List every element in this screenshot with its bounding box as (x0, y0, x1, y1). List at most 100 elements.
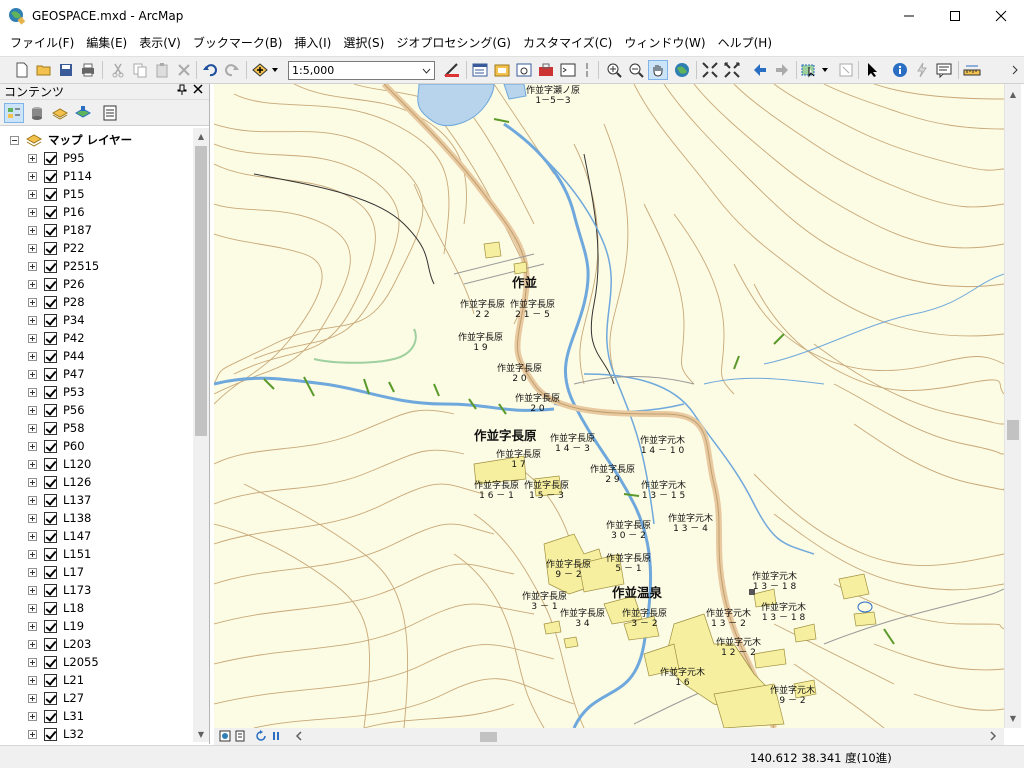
hyperlink-button[interactable] (912, 60, 932, 80)
python-window-button[interactable] (558, 60, 578, 80)
expand-icon[interactable] (28, 315, 37, 325)
layer-item[interactable]: P22 (28, 239, 85, 257)
fixed-zoom-in-button[interactable] (700, 60, 720, 80)
expand-icon[interactable] (28, 729, 37, 739)
data-view-button[interactable] (218, 729, 232, 743)
expand-icon[interactable] (28, 279, 37, 289)
layer-visibility-checkbox[interactable] (44, 259, 57, 273)
layer-item[interactable]: L19 (28, 617, 84, 635)
refresh-button[interactable] (254, 729, 268, 743)
expand-icon[interactable] (28, 297, 37, 307)
list-by-visibility-button[interactable] (50, 103, 70, 123)
editor-toolbar-button[interactable] (442, 60, 462, 80)
expand-icon[interactable] (28, 657, 37, 667)
expand-icon[interactable] (28, 369, 37, 379)
expand-icon[interactable] (28, 405, 37, 415)
layer-item[interactable]: P47 (28, 365, 85, 383)
layer-item[interactable]: P15 (28, 185, 85, 203)
map-hscroll-thumb[interactable] (480, 732, 497, 742)
layer-visibility-checkbox[interactable] (44, 367, 57, 381)
layer-item[interactable]: P53 (28, 383, 85, 401)
expand-icon[interactable] (28, 207, 37, 217)
expand-icon[interactable] (28, 243, 37, 253)
layer-item[interactable]: L203 (28, 635, 91, 653)
scroll-up-icon[interactable]: ▲ (1005, 86, 1021, 102)
layer-item[interactable]: L138 (28, 509, 91, 527)
search-window-button[interactable] (514, 60, 534, 80)
layer-item[interactable]: L27 (28, 689, 84, 707)
toc-options-button[interactable] (100, 103, 120, 123)
menu-help[interactable]: ヘルプ(H) (712, 31, 778, 56)
expand-icon[interactable] (28, 351, 37, 361)
layer-visibility-checkbox[interactable] (44, 529, 57, 543)
expand-icon[interactable] (28, 261, 37, 271)
layer-item[interactable]: P58 (28, 419, 85, 437)
expand-icon[interactable] (28, 675, 37, 685)
expand-icon[interactable] (28, 567, 37, 577)
layer-item[interactable]: L173 (28, 581, 91, 599)
layer-visibility-checkbox[interactable] (44, 727, 57, 741)
scroll-right-icon[interactable] (986, 729, 1000, 743)
expand-icon[interactable] (28, 387, 37, 397)
map-vscroll-thumb[interactable] (1007, 420, 1019, 440)
full-extent-button[interactable] (672, 60, 692, 80)
expand-icon[interactable] (28, 603, 37, 613)
scroll-down-icon[interactable]: ▼ (1005, 710, 1021, 726)
expand-icon[interactable] (28, 549, 37, 559)
layer-item[interactable]: L120 (28, 455, 91, 473)
toc-scroll-thumb[interactable] (195, 146, 207, 436)
layer-visibility-checkbox[interactable] (44, 187, 57, 201)
layer-visibility-checkbox[interactable] (44, 457, 57, 471)
layer-visibility-checkbox[interactable] (44, 583, 57, 597)
expand-icon[interactable] (28, 495, 37, 505)
map-scale-combobox[interactable]: 1:5,000 (288, 61, 435, 80)
expand-icon[interactable] (28, 153, 37, 163)
layer-item[interactable]: P26 (28, 275, 85, 293)
save-button[interactable] (56, 60, 76, 80)
redo-button[interactable] (222, 60, 242, 80)
expand-icon[interactable] (28, 477, 37, 487)
layer-item[interactable]: P44 (28, 347, 85, 365)
delete-button[interactable] (174, 60, 194, 80)
expand-icon[interactable] (28, 513, 37, 523)
expand-icon[interactable] (28, 459, 37, 469)
layer-item[interactable]: L126 (28, 473, 91, 491)
list-by-selection-button[interactable] (73, 103, 93, 123)
fixed-zoom-out-button[interactable] (722, 60, 742, 80)
catalog-window-button[interactable] (492, 60, 512, 80)
expand-icon[interactable] (28, 585, 37, 595)
menu-edit[interactable]: 編集(E) (80, 31, 133, 56)
map-vertical-scrollbar[interactable]: ▲ ▼ (1004, 84, 1021, 728)
cut-button[interactable] (108, 60, 128, 80)
layer-item[interactable]: P34 (28, 311, 85, 329)
minimize-button[interactable] (886, 0, 932, 31)
layer-item[interactable]: P56 (28, 401, 85, 419)
open-button[interactable] (34, 60, 54, 80)
select-features-button[interactable] (800, 60, 830, 80)
expand-icon[interactable] (28, 639, 37, 649)
pan-button[interactable] (648, 60, 668, 80)
layout-view-button[interactable] (233, 729, 247, 743)
layer-visibility-checkbox[interactable] (44, 223, 57, 237)
table-of-contents-window-button[interactable] (470, 60, 490, 80)
layer-item[interactable]: L31 (28, 707, 84, 725)
layer-visibility-checkbox[interactable] (44, 655, 57, 669)
layer-item[interactable]: P2515 (28, 257, 99, 275)
layer-visibility-checkbox[interactable] (44, 511, 57, 525)
layer-visibility-checkbox[interactable] (44, 349, 57, 363)
expand-icon[interactable] (28, 711, 37, 721)
layer-item[interactable]: L151 (28, 545, 91, 563)
arctoolbox-button[interactable] (536, 60, 556, 80)
layer-visibility-checkbox[interactable] (44, 673, 57, 687)
layer-item[interactable]: P42 (28, 329, 85, 347)
select-elements-button[interactable] (862, 60, 882, 80)
menu-geoprocessing[interactable]: ジオプロセシング(G) (390, 31, 517, 56)
layer-item[interactable]: P187 (28, 221, 92, 239)
layer-visibility-checkbox[interactable] (44, 691, 57, 705)
layer-visibility-checkbox[interactable] (44, 169, 57, 183)
toolbar-overflow-handle[interactable] (582, 60, 592, 80)
list-by-drawing-order-button[interactable] (4, 103, 24, 123)
expand-icon[interactable] (28, 531, 37, 541)
layer-visibility-checkbox[interactable] (44, 151, 57, 165)
layer-item[interactable]: L18 (28, 599, 84, 617)
